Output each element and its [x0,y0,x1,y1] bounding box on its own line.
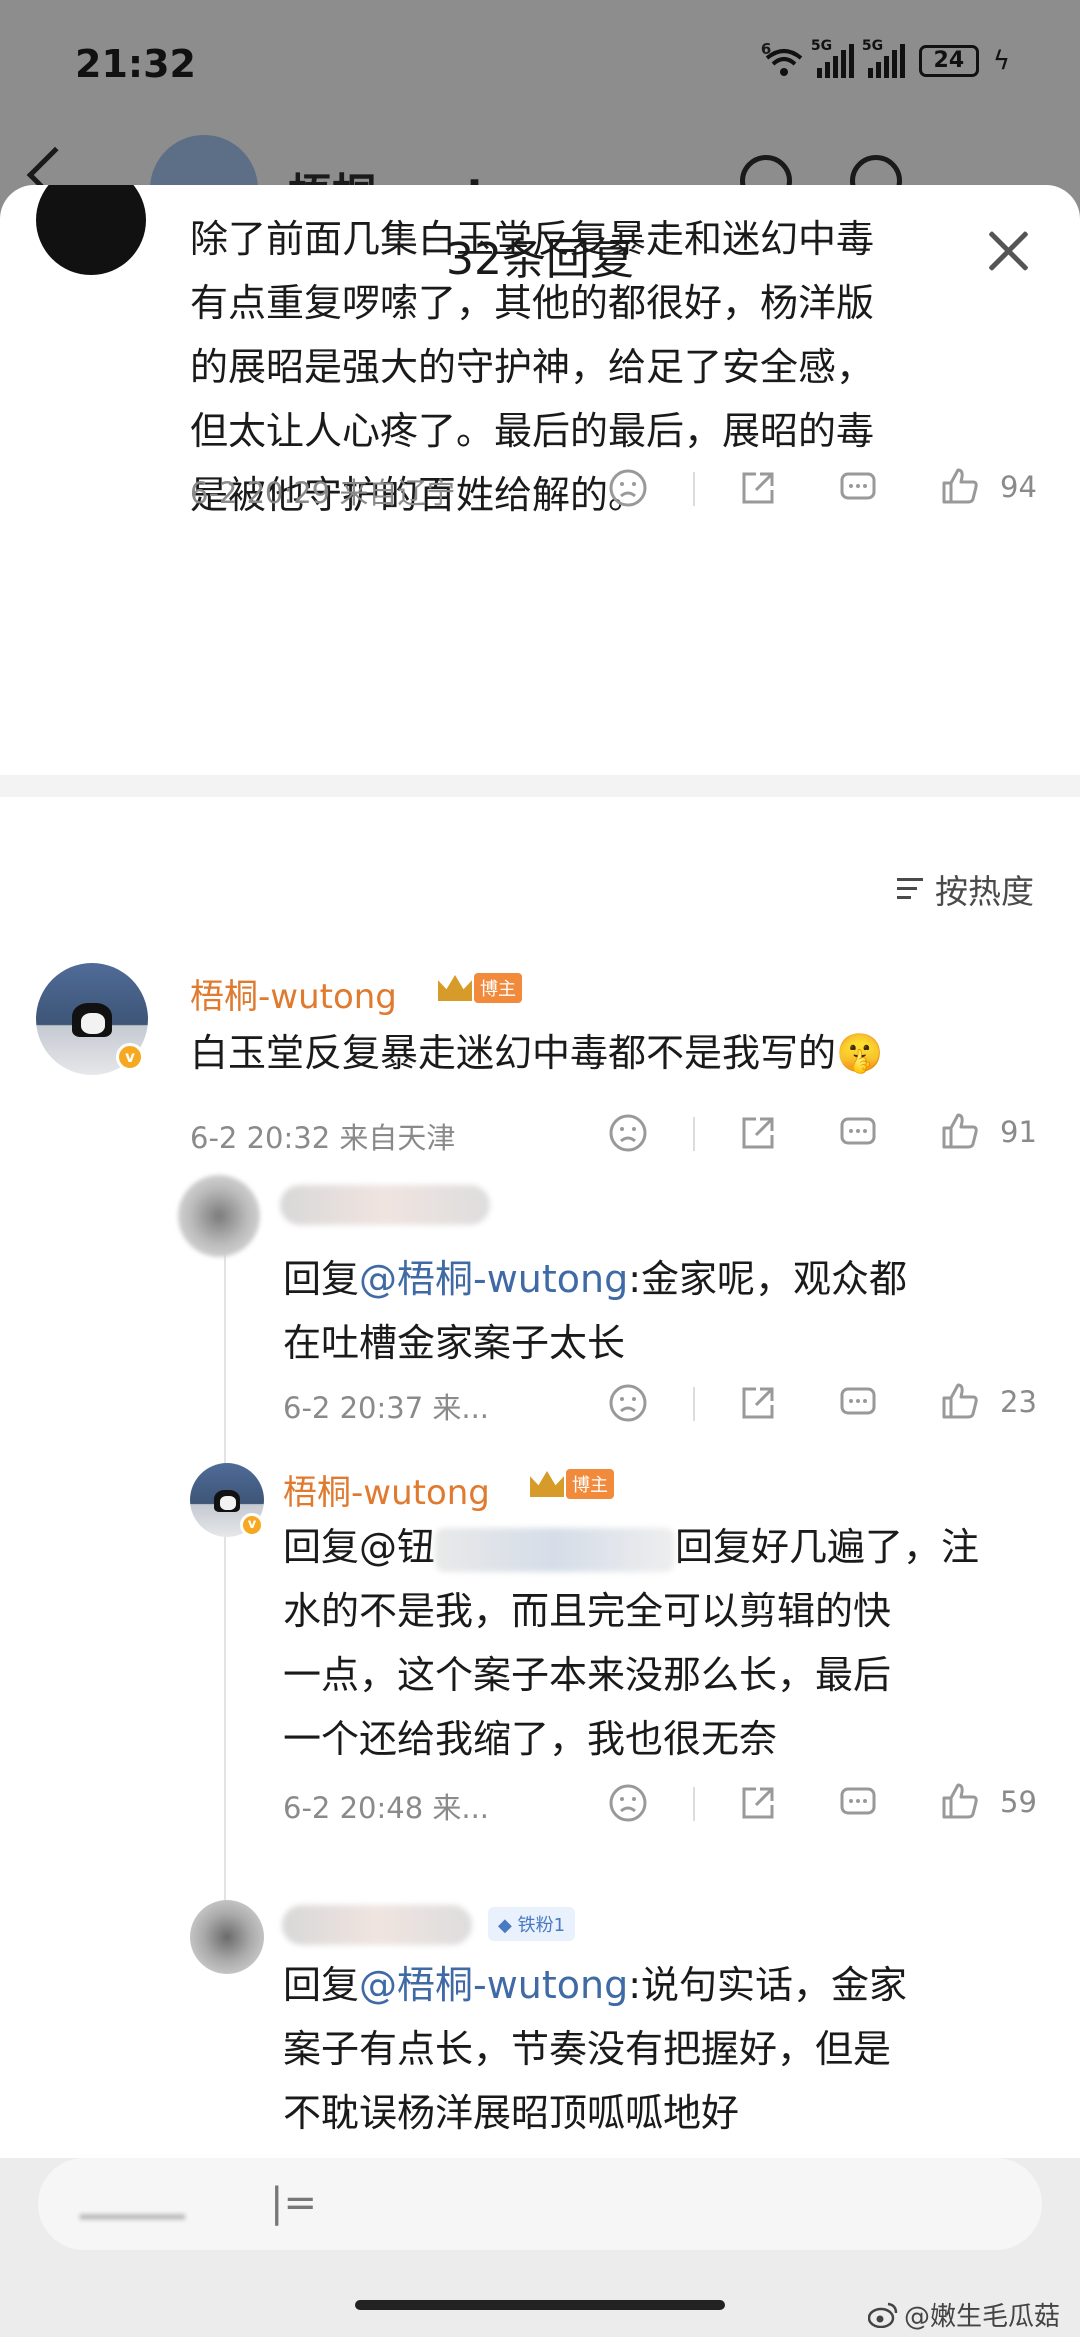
verified-icon: v [116,1043,144,1071]
signal-icon-2: 5G [862,38,905,78]
divider [693,1387,695,1421]
status-time: 21:32 [75,42,196,86]
watermark: @嫩生毛瓜菇 [867,2296,1060,2333]
mention-link[interactable]: @梧桐-wutong [359,1963,628,2007]
username[interactable]: 梧桐-wutong [190,969,397,1018]
avatar[interactable] [190,1900,264,1974]
section-divider [0,775,1080,797]
share-icon[interactable] [738,468,778,508]
wifi-icon: 6 [761,40,803,78]
sort-icon [897,876,927,902]
divider [693,1117,695,1151]
like-icon[interactable] [940,1381,980,1421]
username-blurred [280,1185,490,1225]
comment-meta: 6-2 20:37 来... [283,1391,490,1425]
home-indicator[interactable] [355,2300,725,2310]
dislike-icon[interactable] [608,1783,648,1823]
charging-icon: ϟ [992,46,1010,76]
text-cursor-icon: |= [270,2180,317,2226]
mention-link[interactable]: @梧桐-wutong [359,1257,628,1301]
signal-icon: 5G [811,38,854,78]
like-icon[interactable] [940,466,980,506]
like-count: 59 [1000,1785,1037,1819]
comment-text-cont: 水的不是我，而且完全可以剪辑的快 一点，这个案子本来没那么长，最后 一个还给我缩… [283,1589,892,1761]
dislike-icon[interactable] [608,1113,648,1153]
sort-label: 按热度 [935,872,1034,911]
like-count: 23 [1000,1385,1037,1419]
dislike-icon[interactable] [608,1383,648,1423]
comment-text: 回复@钮 回复好几遍了，注 [283,1515,1063,1579]
blurred-mention [435,1527,676,1572]
comment-text: 回复@梧桐-wutong:说句实话，金家 案子有点长，节奏没有把握好，但是 不耽… [283,1963,908,2135]
sort-button[interactable]: 按热度 [897,865,1034,913]
blogger-badge: 博主 [530,1469,614,1499]
like-count: 91 [1000,1115,1037,1149]
input-placeholder: ▁▁▁▁ [80,2180,185,2220]
comment-meta: 6-2 20:48 来... [283,1791,490,1825]
verified-icon: v [240,1513,264,1537]
comment-meta: 6-2 20:29 来自辽宁 [190,476,456,510]
divider [693,1787,695,1821]
like-icon[interactable] [940,1111,980,1151]
username-blurred [282,1905,472,1945]
thread-line [224,1225,226,1915]
comment-icon[interactable] [838,1783,878,1823]
replies-sheet: 32条回复 除了前面几集白玉堂反复暴走和迷幻中毒 有点重复啰嗦了，其他的都很好，… [0,185,1080,2220]
reply-input[interactable] [38,2158,1042,2250]
avatar[interactable] [178,1175,260,1257]
blogger-badge: 博主 [438,973,522,1003]
crown-icon [530,1471,564,1497]
like-icon[interactable] [940,1781,980,1821]
share-icon[interactable] [738,1113,778,1153]
comment-text: 白玉堂反复暴走迷幻中毒都不是我写的🤫 [190,1031,884,1075]
status-icons: 6 5G 5G 24 ϟ [761,38,1010,78]
dislike-icon[interactable] [608,468,648,508]
username[interactable]: 梧桐-wutong [283,1465,490,1514]
comment-icon[interactable] [838,468,878,508]
battery-icon: 24 [918,45,979,77]
share-icon[interactable] [738,1783,778,1823]
comment-text: 回复@梧桐-wutong:金家呢，观众都 在吐槽金家案子太长 [283,1257,908,1365]
divider [693,472,695,506]
status-bar: 21:32 6 5G 5G 24 ϟ [0,0,1080,135]
comment-icon[interactable] [838,1383,878,1423]
crown-icon [438,975,472,1001]
fan-badge: ◆ 铁粉1 [488,1907,576,1941]
comment-meta: 6-2 20:32 来自天津 [190,1121,456,1155]
like-count: 94 [1000,470,1037,504]
share-icon[interactable] [738,1383,778,1423]
weibo-logo-icon [867,2302,898,2328]
comment-icon[interactable] [838,1113,878,1153]
